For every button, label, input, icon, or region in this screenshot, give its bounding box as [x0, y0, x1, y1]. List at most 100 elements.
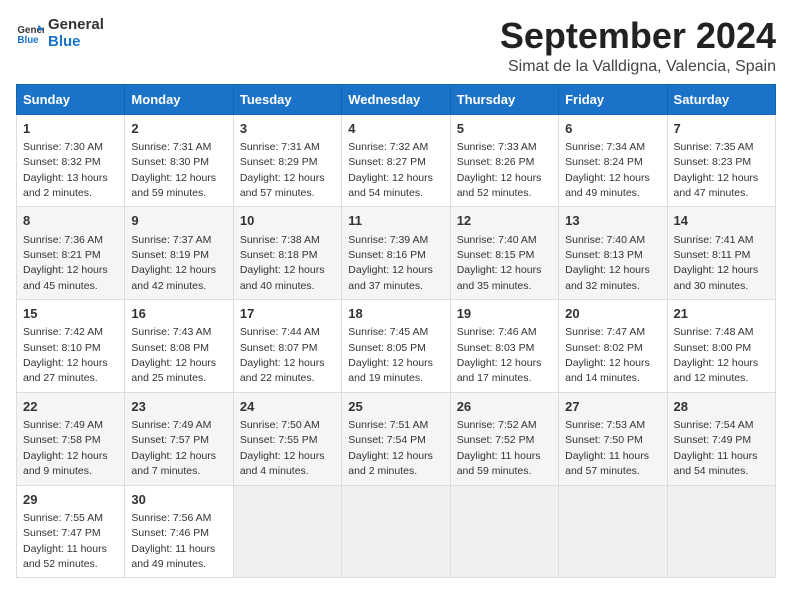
- calendar-cell: 12 Sunrise: 7:40 AMSunset: 8:15 PMDaylig…: [450, 207, 558, 300]
- day-info: Sunrise: 7:34 AMSunset: 8:24 PMDaylight:…: [565, 141, 650, 199]
- calendar-cell: 14 Sunrise: 7:41 AMSunset: 8:11 PMDaylig…: [667, 207, 775, 300]
- calendar-cell: 3 Sunrise: 7:31 AMSunset: 8:29 PMDayligh…: [233, 114, 341, 207]
- day-info: Sunrise: 7:39 AMSunset: 8:16 PMDaylight:…: [348, 234, 433, 292]
- day-number: 30: [131, 491, 226, 509]
- day-number: 4: [348, 120, 443, 138]
- logo-subtext: Blue: [48, 33, 104, 50]
- calendar-cell: 13 Sunrise: 7:40 AMSunset: 8:13 PMDaylig…: [559, 207, 667, 300]
- calendar-cell: 18 Sunrise: 7:45 AMSunset: 8:05 PMDaylig…: [342, 300, 450, 393]
- calendar-cell: 21 Sunrise: 7:48 AMSunset: 8:00 PMDaylig…: [667, 300, 775, 393]
- day-info: Sunrise: 7:32 AMSunset: 8:27 PMDaylight:…: [348, 141, 433, 199]
- calendar-cell: 11 Sunrise: 7:39 AMSunset: 8:16 PMDaylig…: [342, 207, 450, 300]
- day-number: 22: [23, 398, 118, 416]
- day-info: Sunrise: 7:36 AMSunset: 8:21 PMDaylight:…: [23, 234, 108, 292]
- day-header-saturday: Saturday: [667, 84, 775, 114]
- day-info: Sunrise: 7:47 AMSunset: 8:02 PMDaylight:…: [565, 326, 650, 384]
- day-info: Sunrise: 7:33 AMSunset: 8:26 PMDaylight:…: [457, 141, 542, 199]
- day-number: 7: [674, 120, 769, 138]
- day-number: 12: [457, 212, 552, 230]
- calendar-cell: 25 Sunrise: 7:51 AMSunset: 7:54 PMDaylig…: [342, 392, 450, 485]
- day-info: Sunrise: 7:43 AMSunset: 8:08 PMDaylight:…: [131, 326, 216, 384]
- calendar-cell: 22 Sunrise: 7:49 AMSunset: 7:58 PMDaylig…: [17, 392, 125, 485]
- calendar-week-2: 8 Sunrise: 7:36 AMSunset: 8:21 PMDayligh…: [17, 207, 776, 300]
- day-info: Sunrise: 7:40 AMSunset: 8:15 PMDaylight:…: [457, 234, 542, 292]
- calendar-cell: 19 Sunrise: 7:46 AMSunset: 8:03 PMDaylig…: [450, 300, 558, 393]
- day-number: 5: [457, 120, 552, 138]
- day-number: 1: [23, 120, 118, 138]
- svg-text:Blue: Blue: [17, 35, 39, 46]
- day-info: Sunrise: 7:44 AMSunset: 8:07 PMDaylight:…: [240, 326, 325, 384]
- calendar-cell: 23 Sunrise: 7:49 AMSunset: 7:57 PMDaylig…: [125, 392, 233, 485]
- calendar-cell: 7 Sunrise: 7:35 AMSunset: 8:23 PMDayligh…: [667, 114, 775, 207]
- day-number: 15: [23, 305, 118, 323]
- day-info: Sunrise: 7:37 AMSunset: 8:19 PMDaylight:…: [131, 234, 216, 292]
- day-info: Sunrise: 7:38 AMSunset: 8:18 PMDaylight:…: [240, 234, 325, 292]
- calendar-table: SundayMondayTuesdayWednesdayThursdayFrid…: [16, 84, 776, 579]
- day-info: Sunrise: 7:50 AMSunset: 7:55 PMDaylight:…: [240, 419, 325, 477]
- calendar-cell: 15 Sunrise: 7:42 AMSunset: 8:10 PMDaylig…: [17, 300, 125, 393]
- day-info: Sunrise: 7:35 AMSunset: 8:23 PMDaylight:…: [674, 141, 759, 199]
- calendar-cell: [559, 485, 667, 578]
- day-number: 28: [674, 398, 769, 416]
- day-info: Sunrise: 7:49 AMSunset: 7:57 PMDaylight:…: [131, 419, 216, 477]
- day-number: 29: [23, 491, 118, 509]
- day-number: 3: [240, 120, 335, 138]
- logo-icon: General Blue: [16, 19, 44, 47]
- calendar-cell: 1 Sunrise: 7:30 AMSunset: 8:32 PMDayligh…: [17, 114, 125, 207]
- day-info: Sunrise: 7:49 AMSunset: 7:58 PMDaylight:…: [23, 419, 108, 477]
- calendar-cell: 6 Sunrise: 7:34 AMSunset: 8:24 PMDayligh…: [559, 114, 667, 207]
- day-number: 24: [240, 398, 335, 416]
- day-number: 25: [348, 398, 443, 416]
- calendar-cell: 4 Sunrise: 7:32 AMSunset: 8:27 PMDayligh…: [342, 114, 450, 207]
- calendar-week-5: 29 Sunrise: 7:55 AMSunset: 7:47 PMDaylig…: [17, 485, 776, 578]
- day-number: 10: [240, 212, 335, 230]
- day-number: 26: [457, 398, 552, 416]
- day-number: 14: [674, 212, 769, 230]
- calendar-cell: 29 Sunrise: 7:55 AMSunset: 7:47 PMDaylig…: [17, 485, 125, 578]
- day-number: 23: [131, 398, 226, 416]
- day-number: 9: [131, 212, 226, 230]
- day-info: Sunrise: 7:54 AMSunset: 7:49 PMDaylight:…: [674, 419, 758, 477]
- calendar-cell: 9 Sunrise: 7:37 AMSunset: 8:19 PMDayligh…: [125, 207, 233, 300]
- day-info: Sunrise: 7:45 AMSunset: 8:05 PMDaylight:…: [348, 326, 433, 384]
- day-info: Sunrise: 7:51 AMSunset: 7:54 PMDaylight:…: [348, 419, 433, 477]
- calendar-cell: 2 Sunrise: 7:31 AMSunset: 8:30 PMDayligh…: [125, 114, 233, 207]
- day-header-wednesday: Wednesday: [342, 84, 450, 114]
- calendar-cell: 26 Sunrise: 7:52 AMSunset: 7:52 PMDaylig…: [450, 392, 558, 485]
- calendar-cell: 20 Sunrise: 7:47 AMSunset: 8:02 PMDaylig…: [559, 300, 667, 393]
- calendar-week-3: 15 Sunrise: 7:42 AMSunset: 8:10 PMDaylig…: [17, 300, 776, 393]
- day-info: Sunrise: 7:30 AMSunset: 8:32 PMDaylight:…: [23, 141, 108, 199]
- day-info: Sunrise: 7:31 AMSunset: 8:29 PMDaylight:…: [240, 141, 325, 199]
- day-info: Sunrise: 7:42 AMSunset: 8:10 PMDaylight:…: [23, 326, 108, 384]
- calendar-cell: [233, 485, 341, 578]
- day-header-sunday: Sunday: [17, 84, 125, 114]
- day-number: 6: [565, 120, 660, 138]
- calendar-cell: 8 Sunrise: 7:36 AMSunset: 8:21 PMDayligh…: [17, 207, 125, 300]
- calendar-cell: 24 Sunrise: 7:50 AMSunset: 7:55 PMDaylig…: [233, 392, 341, 485]
- day-number: 27: [565, 398, 660, 416]
- logo: General Blue General Blue: [16, 16, 104, 50]
- day-number: 18: [348, 305, 443, 323]
- calendar-cell: 27 Sunrise: 7:53 AMSunset: 7:50 PMDaylig…: [559, 392, 667, 485]
- calendar-cell: [667, 485, 775, 578]
- day-header-monday: Monday: [125, 84, 233, 114]
- day-number: 17: [240, 305, 335, 323]
- location: Simat de la Valldigna, Valencia, Spain: [500, 58, 776, 76]
- calendar-cell: 10 Sunrise: 7:38 AMSunset: 8:18 PMDaylig…: [233, 207, 341, 300]
- header: General Blue General Blue September 2024…: [16, 16, 776, 76]
- day-header-friday: Friday: [559, 84, 667, 114]
- day-info: Sunrise: 7:40 AMSunset: 8:13 PMDaylight:…: [565, 234, 650, 292]
- day-number: 2: [131, 120, 226, 138]
- day-number: 16: [131, 305, 226, 323]
- day-info: Sunrise: 7:48 AMSunset: 8:00 PMDaylight:…: [674, 326, 759, 384]
- day-info: Sunrise: 7:41 AMSunset: 8:11 PMDaylight:…: [674, 234, 759, 292]
- day-number: 11: [348, 212, 443, 230]
- calendar-cell: 5 Sunrise: 7:33 AMSunset: 8:26 PMDayligh…: [450, 114, 558, 207]
- calendar-cell: 17 Sunrise: 7:44 AMSunset: 8:07 PMDaylig…: [233, 300, 341, 393]
- day-info: Sunrise: 7:31 AMSunset: 8:30 PMDaylight:…: [131, 141, 216, 199]
- calendar-header-row: SundayMondayTuesdayWednesdayThursdayFrid…: [17, 84, 776, 114]
- day-header-thursday: Thursday: [450, 84, 558, 114]
- calendar-cell: 30 Sunrise: 7:56 AMSunset: 7:46 PMDaylig…: [125, 485, 233, 578]
- calendar-cell: 16 Sunrise: 7:43 AMSunset: 8:08 PMDaylig…: [125, 300, 233, 393]
- day-number: 21: [674, 305, 769, 323]
